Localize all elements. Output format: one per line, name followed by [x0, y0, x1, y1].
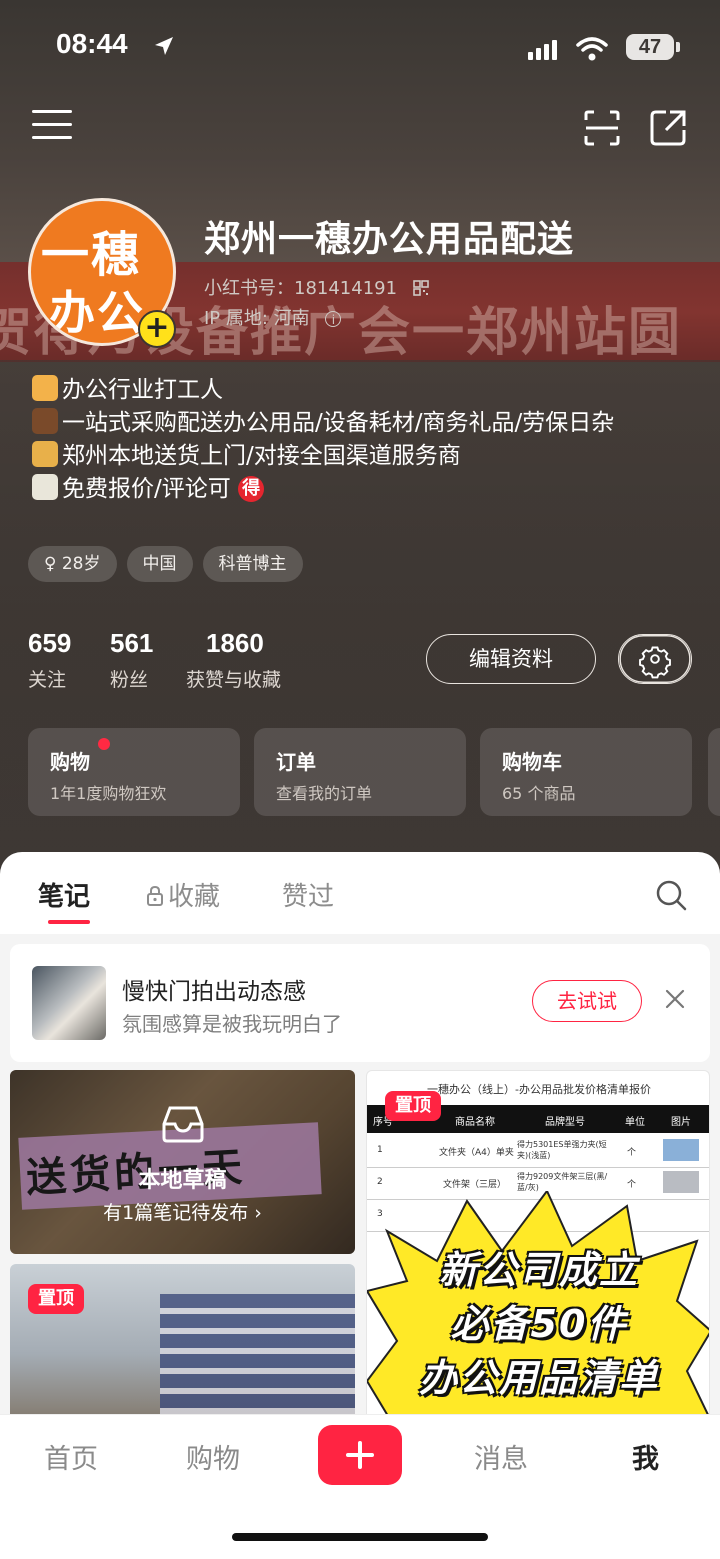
tag-category[interactable]: 科普博主: [202, 546, 303, 582]
tab-notes[interactable]: 笔记: [38, 876, 90, 913]
battery-indicator: 47: [626, 34, 674, 60]
content-tabs: 笔记 收藏 赞过: [0, 852, 720, 935]
card-more[interactable]: [708, 728, 720, 816]
bio-line: 一站式采购配送办公用品/设备耗材/商务礼品/劳保日杂: [32, 407, 614, 440]
tab-liked[interactable]: 赞过: [282, 876, 334, 913]
avatar-text: 一穗: [41, 227, 142, 283]
status-bar: 08:44: [56, 28, 173, 60]
promo-banner[interactable]: 慢快门拍出动态感 氛围感算是被我玩明白了 去试试: [10, 944, 710, 1062]
create-post-button[interactable]: [318, 1425, 402, 1485]
promo-thumbnail: [32, 966, 106, 1040]
bottom-tab-bar: 首页 购物 消息 我: [0, 1414, 720, 1559]
scan-icon[interactable]: [582, 108, 622, 148]
try-button[interactable]: 去试试: [532, 980, 642, 1022]
info-icon[interactable]: i: [325, 311, 342, 327]
tab-collect[interactable]: 收藏: [146, 876, 220, 913]
tag-location[interactable]: 中国: [126, 546, 193, 582]
status-time: 08:44: [56, 28, 128, 59]
draft-title: 本地草稿: [138, 1168, 227, 1193]
tabbar-home[interactable]: 首页: [44, 1437, 98, 1476]
home-indicator: [232, 1533, 488, 1541]
share-icon[interactable]: [648, 108, 688, 148]
location-arrow-icon: [155, 37, 173, 55]
add-avatar-button[interactable]: +: [138, 310, 176, 348]
card-cart[interactable]: 购物车 65 个商品: [480, 728, 692, 816]
draft-subtitle: 有1篇笔记待发布 ›: [103, 1202, 262, 1224]
avatar-text: 办公: [49, 286, 145, 340]
active-tab-indicator: [48, 920, 90, 924]
pinned-badge: 置顶: [28, 1284, 84, 1314]
promo-title: 慢快门拍出动态感: [122, 979, 306, 1005]
tabbar-messages[interactable]: 消息: [474, 1437, 528, 1476]
truck-emoji-icon: [32, 441, 58, 467]
ip-location: IP 属地: 河南 i: [204, 304, 342, 330]
lock-icon: [147, 886, 163, 906]
person-emoji-icon: [32, 375, 58, 401]
profile-name: 郑州一穗办公用品配送: [204, 219, 575, 260]
edit-profile-button[interactable]: 编辑资料: [426, 634, 596, 684]
menu-button[interactable]: [32, 110, 72, 144]
draft-card[interactable]: 送货的一天 本地草稿 有1篇笔记待发布 ›: [10, 1070, 355, 1254]
stat-likes[interactable]: 1860 获赞与收藏: [186, 628, 281, 692]
bio-line: 免费报价/评论可 得: [32, 473, 614, 506]
search-icon[interactable]: [654, 878, 688, 912]
bio: 办公行业打工人 一站式采购配送办公用品/设备耗材/商务礼品/劳保日杂 郑州本地送…: [32, 374, 614, 506]
gear-icon: [639, 646, 671, 679]
settings-button[interactable]: [618, 634, 692, 684]
red-id: 小红书号：181414191: [204, 274, 429, 300]
tag-age[interactable]: ♀ 28岁: [28, 546, 117, 582]
notification-dot: [98, 738, 110, 750]
card-shopping[interactable]: 购物 1年1度购物狂欢: [28, 728, 240, 816]
tabbar-me[interactable]: 我: [632, 1437, 659, 1476]
wifi-icon: [576, 37, 608, 61]
stat-following[interactable]: 659 关注: [28, 628, 71, 692]
card-orders[interactable]: 订单 查看我的订单: [254, 728, 466, 816]
stat-followers[interactable]: 561 粉丝: [110, 628, 153, 692]
headline-line: 办公用品清单: [418, 1356, 659, 1400]
briefcase-emoji-icon: [32, 408, 58, 434]
tabbar-shop[interactable]: 购物: [186, 1437, 240, 1476]
qr-code-icon[interactable]: [413, 280, 429, 296]
close-icon[interactable]: [664, 988, 686, 1010]
headline-line: 新公司成立: [438, 1248, 639, 1292]
promo-subtitle: 氛围感算是被我玩明白了: [122, 1012, 342, 1036]
table-row: 1 文件夹（A4）单夹 得力5301ES单强力夹(短夹)(浅蓝) 个: [367, 1135, 709, 1168]
memo-emoji-icon: [32, 474, 58, 500]
pinned-badge: 置顶: [385, 1091, 441, 1121]
profile-tags: ♀ 28岁 中国 科普博主: [28, 546, 313, 582]
bio-line: 办公行业打工人: [32, 374, 614, 407]
headline-line: 必备50件: [450, 1302, 628, 1346]
bio-line: 郑州本地送货上门/对接全国渠道服务商: [32, 440, 614, 473]
badge-icon: 得: [238, 476, 265, 502]
signal-icon: [528, 40, 560, 60]
inbox-icon: [162, 1106, 204, 1143]
